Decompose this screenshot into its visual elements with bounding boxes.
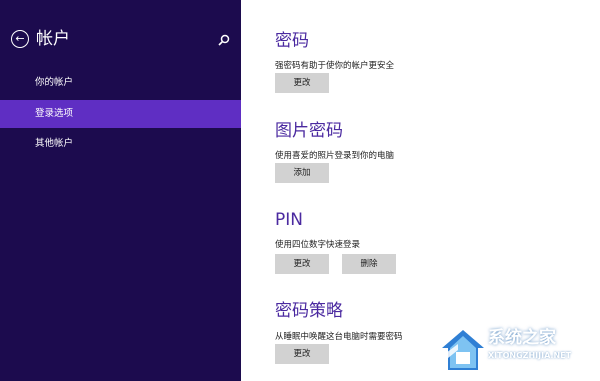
pin-heading: PIN — [275, 210, 303, 230]
sidebar-item-your-account[interactable]: 你的帐户 — [0, 69, 241, 97]
password-description: 强密码有助于使你的帐户更安全 — [275, 61, 395, 71]
picture-password-add-button[interactable]: 添加 — [275, 163, 329, 183]
password-heading: 密码 — [275, 31, 309, 51]
watermark-logo: 系统之家 XITONGZHIJIA.NET — [440, 320, 600, 381]
sidebar: ← 帐户 你的帐户 登录选项 其他帐户 — [0, 0, 241, 381]
picture-password-description: 使用喜爱的照片登录到你的电脑 — [275, 151, 395, 161]
pin-delete-button[interactable]: 删除 — [342, 254, 396, 274]
search-icon[interactable] — [217, 33, 231, 47]
password-change-button[interactable]: 更改 — [275, 73, 329, 93]
sidebar-title: 帐户 — [36, 29, 70, 49]
back-arrow-icon[interactable]: ← — [11, 30, 29, 48]
password-policy-change-button[interactable]: 更改 — [275, 344, 329, 364]
house-logo-icon — [442, 330, 484, 370]
picture-password-heading: 图片密码 — [275, 121, 343, 141]
pin-change-button[interactable]: 更改 — [275, 254, 329, 274]
password-policy-description: 从睡眠中唤醒这台电脑时需要密码 — [275, 332, 403, 342]
sidebar-item-other-accounts[interactable]: 其他帐户 — [0, 130, 241, 158]
watermark-text: 系统之家 — [488, 328, 556, 348]
pin-description: 使用四位数字快速登录 — [275, 240, 361, 250]
password-policy-heading: 密码策略 — [275, 301, 343, 321]
sidebar-item-sign-in-options[interactable]: 登录选项 — [0, 100, 241, 128]
watermark-url: XITONGZHIJIA.NET — [488, 351, 572, 360]
